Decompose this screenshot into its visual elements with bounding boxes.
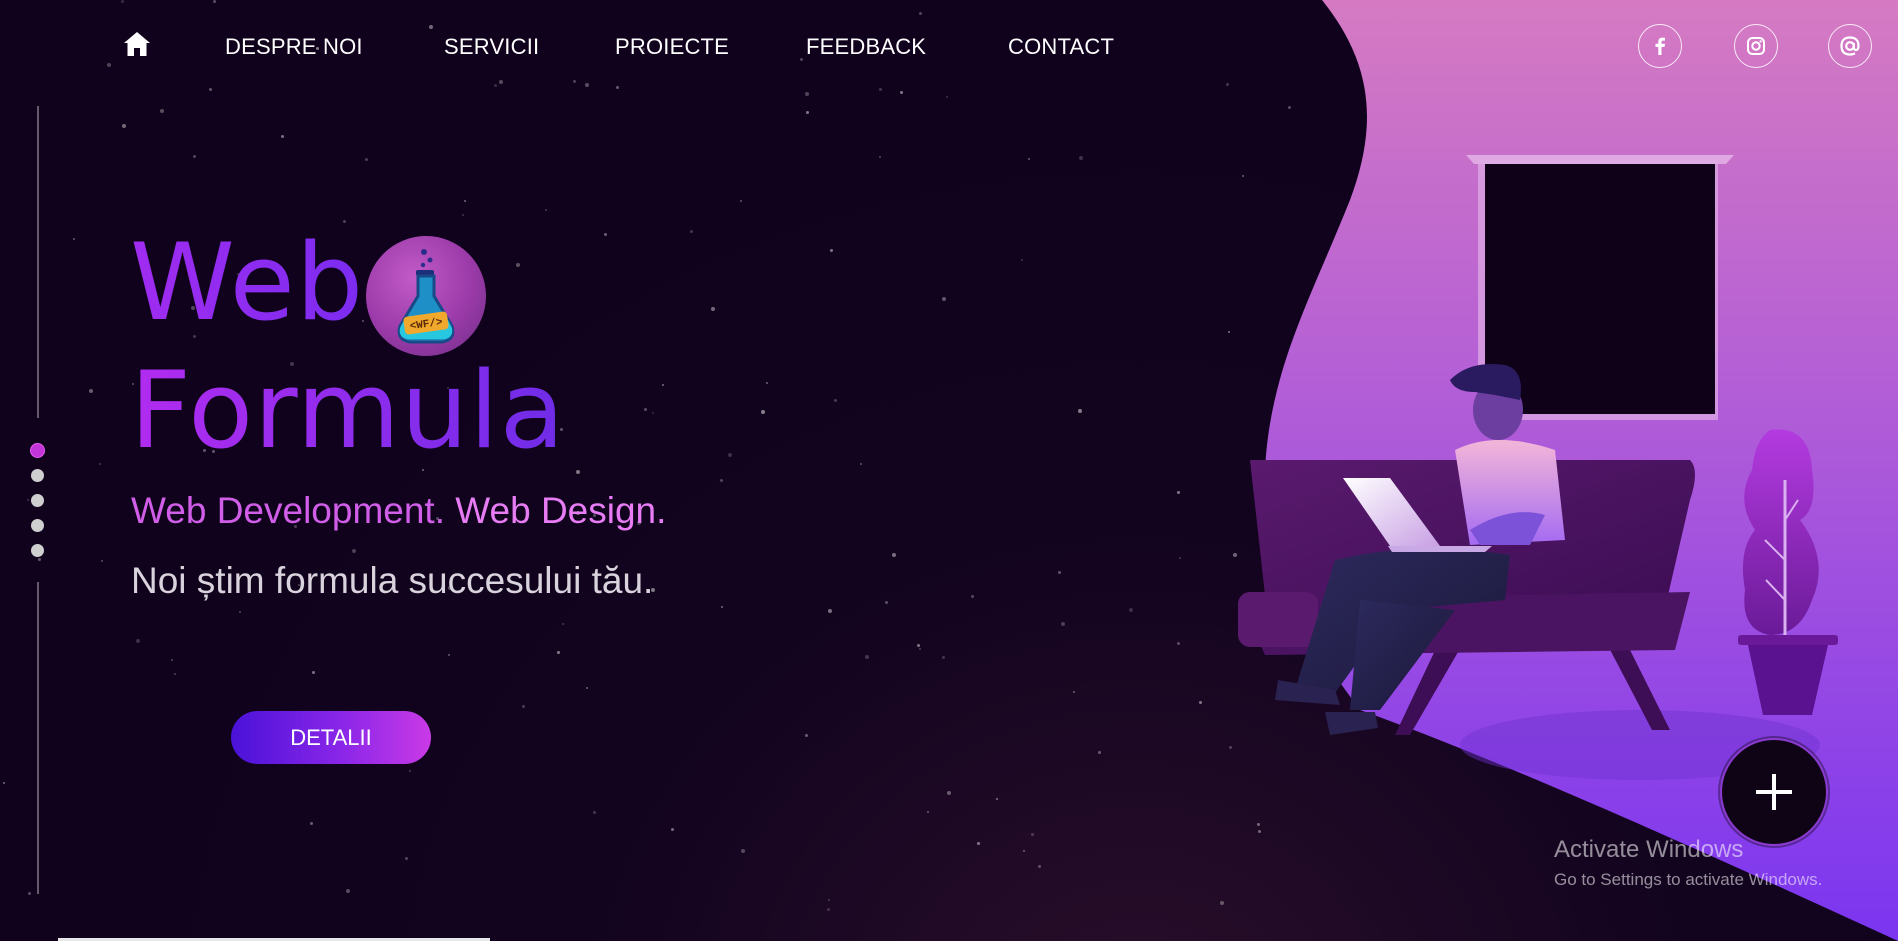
section-dot-2[interactable]: [31, 469, 44, 482]
section-dot-1[interactable]: [31, 444, 44, 457]
main-navigation: DESPRE NOI SERVICII PROIECTE FEEDBACK CO…: [0, 24, 1898, 70]
nav-link-feedback[interactable]: FEEDBACK: [806, 34, 926, 60]
scroll-indicator-line-bottom: [37, 582, 39, 894]
brand-title-line1: Web: [130, 221, 365, 344]
home-link[interactable]: [122, 30, 154, 62]
plus-icon: [1756, 774, 1792, 810]
section-dot-4[interactable]: [31, 519, 44, 532]
scroll-indicator-line-top: [37, 106, 39, 418]
section-dot-3[interactable]: [31, 494, 44, 507]
landing-page: DESPRE NOI SERVICII PROIECTE FEEDBACK CO…: [0, 0, 1898, 941]
instagram-icon: [1747, 37, 1765, 55]
activate-windows-watermark: Activate Windows Go to Settings to activ…: [1554, 836, 1822, 890]
instagram-link[interactable]: [1734, 24, 1778, 68]
email-link[interactable]: [1828, 24, 1872, 68]
nav-link-contact[interactable]: CONTACT: [1008, 34, 1114, 60]
tagline: Web Development. Web Design.: [131, 490, 666, 532]
hero-subtitle: Noi știm formula succesului tău.: [131, 560, 654, 601]
watermark-title: Activate Windows: [1554, 836, 1744, 863]
home-icon: [124, 32, 150, 56]
details-button[interactable]: DETALII: [231, 711, 431, 764]
brand-title-line2: Formula: [130, 349, 566, 472]
tagline-part1: Web Development.: [131, 490, 445, 531]
nav-link-servicii[interactable]: SERVICII: [444, 34, 539, 60]
watermark-subtitle: Go to Settings to activate Windows.: [1554, 870, 1823, 889]
add-button[interactable]: [1720, 738, 1828, 846]
facebook-icon: [1655, 37, 1665, 55]
section-dot-5[interactable]: [31, 544, 44, 557]
flask-logo-icon: <WF/>: [366, 236, 486, 356]
nav-link-despre-noi[interactable]: DESPRE NOI: [225, 34, 363, 60]
nav-link-proiecte[interactable]: PROIECTE: [615, 34, 729, 60]
facebook-link[interactable]: [1638, 24, 1682, 68]
at-icon: [1840, 36, 1860, 56]
tagline-part2: Web Design.: [455, 490, 667, 531]
